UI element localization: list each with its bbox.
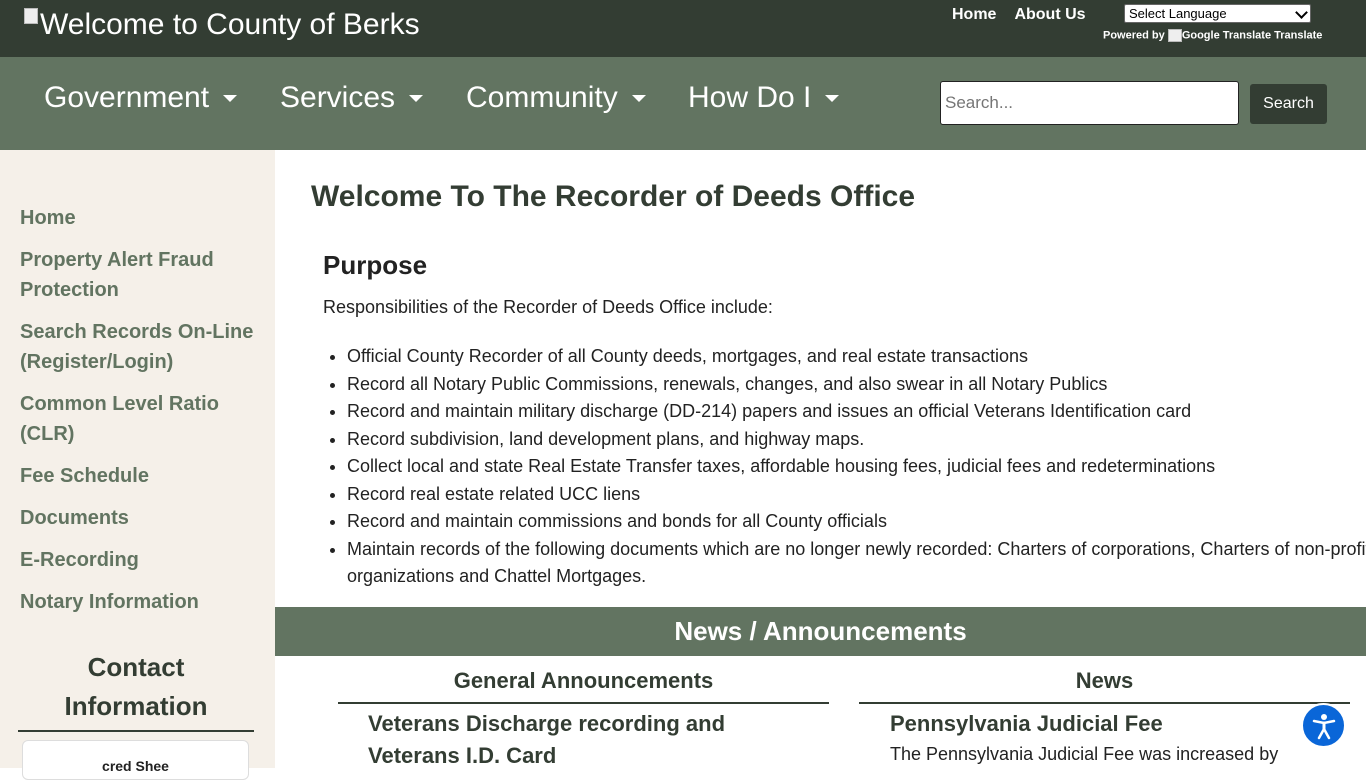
search-button[interactable]: Search — [1250, 84, 1327, 124]
news-heading: News — [859, 668, 1350, 704]
list-item: Record real estate related UCC liens — [347, 481, 1366, 509]
powered-by-google-translate: Powered by Google Translate Translate — [1103, 29, 1322, 42]
list-item: Record subdivision, land development pla… — [347, 426, 1366, 454]
site-logo[interactable]: Welcome to County of Berks — [24, 8, 420, 42]
sidebar-item-fee-schedule[interactable]: Fee Schedule — [20, 461, 260, 491]
broken-image-icon — [24, 8, 38, 24]
caret-down-icon — [409, 94, 424, 102]
list-item: Collect local and state Real Estate Tran… — [347, 453, 1366, 481]
google-translate-label: Google Translate — [1181, 29, 1272, 42]
list-item: Record and maintain military discharge (… — [347, 398, 1366, 426]
list-item: Official County Recorder of all County d… — [347, 343, 1366, 371]
search-placeholder: Search... — [945, 93, 1014, 112]
nav-community[interactable]: Community — [466, 81, 646, 115]
announcement-title-link[interactable]: Veterans Discharge recording and Veteran… — [368, 708, 788, 772]
google-logo-icon — [1167, 29, 1182, 42]
powered-by-label: Powered by — [1103, 29, 1165, 42]
news-item-title-link[interactable]: Pennsylvania Judicial Fee — [890, 708, 1163, 740]
sidebar-item-e-recording[interactable]: E-Recording — [20, 545, 260, 575]
accessibility-button[interactable] — [1301, 703, 1346, 748]
sidebar-item-home[interactable]: Home — [20, 203, 260, 233]
list-item: Record and maintain commissions and bond… — [347, 508, 1366, 536]
sidebar-item-search-records[interactable]: Search Records On-Line (Register/Login) — [20, 317, 260, 377]
purpose-intro: Responsibilities of the Recorder of Deed… — [323, 297, 773, 317]
translate-link[interactable]: Translate — [1274, 29, 1322, 41]
main-nav: Government Services Community How Do I S… — [0, 57, 1366, 150]
top-bar: Welcome to County of Berks Home About Us… — [0, 0, 1366, 57]
nav-how-do-i[interactable]: How Do I — [688, 81, 840, 115]
list-item: Record all Notary Public Commissions, re… — [347, 371, 1366, 399]
sidebar-item-notary-information[interactable]: Notary Information — [20, 587, 260, 617]
accessibility-icon — [1312, 713, 1335, 739]
contact-card: cred Shee — [22, 740, 249, 780]
sidebar-item-documents[interactable]: Documents — [20, 503, 260, 533]
page-title: Welcome To The Recorder of Deeds Office — [311, 180, 916, 213]
chevron-down-icon — [1295, 6, 1308, 19]
language-select-value: Select Language — [1129, 6, 1227, 21]
top-link-about-us[interactable]: About Us — [1014, 6, 1085, 24]
nav-services[interactable]: Services — [280, 81, 424, 115]
list-item: Maintain records of the following docume… — [347, 536, 1366, 591]
caret-down-icon — [223, 94, 238, 102]
top-link-home[interactable]: Home — [952, 6, 996, 24]
search-input[interactable]: Search... — [940, 81, 1239, 125]
sidebar-item-common-level-ratio[interactable]: Common Level Ratio (CLR) — [20, 389, 260, 449]
news-item-text: The Pennsylvania Judicial Fee was increa… — [890, 744, 1279, 764]
language-select[interactable]: Select Language — [1124, 4, 1311, 23]
nav-how-do-i-label: How Do I — [688, 81, 812, 114]
general-announcements-heading: General Announcements — [338, 668, 829, 704]
nav-community-label: Community — [466, 81, 618, 114]
purpose-heading: Purpose — [323, 250, 428, 280]
logo-text: Welcome to County of Berks — [40, 8, 420, 41]
sidebar-item-property-alert[interactable]: Property Alert Fraud Protection — [20, 245, 260, 305]
caret-down-icon — [825, 94, 840, 102]
nav-services-label: Services — [280, 81, 396, 114]
responsibilities-list: Official County Recorder of all County d… — [323, 343, 1366, 591]
caret-down-icon — [631, 94, 646, 102]
contact-information-heading: Contact Information — [18, 648, 254, 732]
nav-government[interactable]: Government — [44, 81, 238, 115]
news-announcements-bar: News / Announcements — [275, 607, 1366, 656]
nav-government-label: Government — [44, 81, 210, 114]
top-links: Home About Us — [952, 6, 1104, 24]
